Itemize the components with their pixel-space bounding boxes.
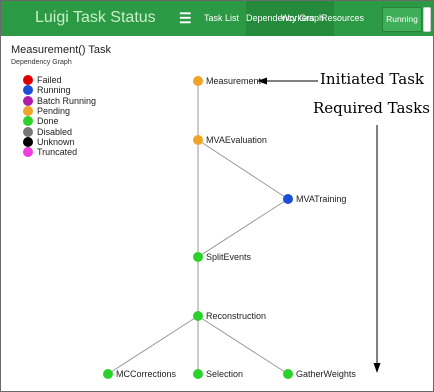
node-gatherweights[interactable]: [283, 369, 293, 379]
node-mvaevaluation[interactable]: [193, 135, 203, 145]
dependency-graph: [103, 76, 381, 379]
node-selection[interactable]: [193, 369, 203, 379]
node-label-selection[interactable]: Selection: [206, 369, 243, 379]
edge-reconstruction-gatherweights: [197, 315, 289, 375]
node-label-reconstruction[interactable]: Reconstruction: [206, 311, 266, 321]
node-label-measurement[interactable]: Measurement: [206, 76, 261, 86]
edge-mvatraining-splitevents: [197, 198, 289, 258]
node-mccorrections[interactable]: [103, 369, 113, 379]
node-label-mvatraining[interactable]: MVATraining: [296, 194, 346, 204]
edge-reconstruction-mccorrections: [107, 315, 199, 375]
node-mvatraining[interactable]: [283, 194, 293, 204]
initiated-task-annotation: Initiated Task: [320, 70, 424, 88]
node-label-splitevents[interactable]: SplitEvents: [206, 252, 251, 262]
required-arrow-head: [373, 363, 381, 373]
node-label-gatherweights[interactable]: GatherWeights: [296, 369, 356, 379]
node-label-mvaevaluation[interactable]: MVAEvaluation: [206, 135, 267, 145]
edge-mvaevaluation-mvatraining: [197, 139, 289, 200]
node-label-mccorrections[interactable]: MCCorrections: [116, 369, 176, 379]
node-splitevents[interactable]: [193, 252, 203, 262]
app-window: Luigi Task Status ☰ Task List Dependency…: [0, 0, 434, 392]
graph-edges: [107, 81, 289, 375]
node-reconstruction[interactable]: [193, 311, 203, 321]
node-measurement[interactable]: [193, 76, 203, 86]
required-tasks-annotation: Required Tasks: [313, 99, 430, 117]
